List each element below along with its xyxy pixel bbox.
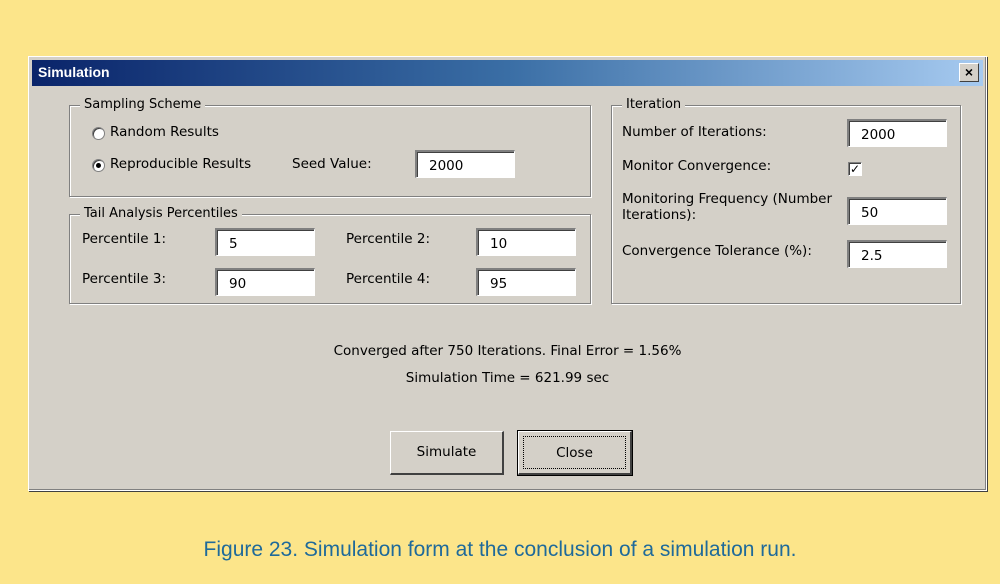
percentile-3-label: Percentile 3: [82, 271, 167, 287]
simulate-button[interactable]: Simulate [390, 431, 504, 475]
seed-value-label: Seed Value: [292, 156, 372, 172]
radio-selected-dot [96, 163, 101, 168]
monitoring-frequency-input[interactable]: 50 [847, 197, 947, 225]
seed-value-input[interactable]: 2000 [415, 150, 515, 178]
percentile-4-label: Percentile 4: [346, 271, 431, 287]
close-icon[interactable]: × [959, 63, 979, 82]
figure-caption: Figure 23. Simulation form at the conclu… [203, 538, 797, 561]
random-results-label[interactable]: Random Results [110, 124, 219, 140]
percentile-3-input[interactable]: 90 [215, 268, 315, 296]
sampling-scheme-group: Sampling Scheme Random Results Reproduci… [69, 97, 591, 197]
percentile-1-label: Percentile 1: [82, 231, 167, 247]
percentile-1-input[interactable]: 5 [215, 228, 315, 256]
number-of-iterations-input[interactable]: 2000 [847, 119, 947, 147]
convergence-status: Converged after 750 Iterations. Final Er… [333, 343, 682, 359]
monitoring-frequency-label: Monitoring Frequency (Number Iterations)… [622, 191, 833, 223]
simulation-time-status: Simulation Time = 621.99 sec [405, 370, 610, 386]
convergence-tolerance-input[interactable]: 2.5 [847, 240, 947, 268]
window-title: Simulation [38, 64, 110, 80]
tail-analysis-group: Tail Analysis Percentiles Percentile 1: … [69, 206, 591, 304]
percentile-4-input[interactable]: 95 [476, 268, 576, 296]
iteration-title: Iteration [622, 97, 686, 112]
percentile-2-label: Percentile 2: [346, 231, 431, 247]
close-button-label: Close [523, 436, 626, 469]
percentile-2-input[interactable]: 10 [476, 228, 576, 256]
tail-analysis-title: Tail Analysis Percentiles [80, 206, 242, 221]
convergence-tolerance-label: Convergence Tolerance (%): [622, 243, 812, 259]
reproducible-results-label[interactable]: Reproducible Results [110, 156, 251, 172]
iteration-group: Iteration Number of Iterations: 2000 Mon… [611, 97, 961, 304]
sampling-scheme-title: Sampling Scheme [80, 97, 206, 112]
random-results-radio[interactable] [92, 127, 105, 140]
reproducible-results-radio[interactable] [92, 159, 105, 172]
simulation-dialog: Simulation × Sampling Scheme Random Resu… [28, 56, 987, 491]
number-of-iterations-label: Number of Iterations: [622, 124, 767, 140]
monitor-convergence-checkbox[interactable]: ✓ [848, 162, 862, 176]
close-button[interactable]: Close [517, 430, 633, 476]
monitor-convergence-label: Monitor Convergence: [622, 158, 772, 174]
title-bar[interactable]: Simulation × [32, 60, 983, 86]
